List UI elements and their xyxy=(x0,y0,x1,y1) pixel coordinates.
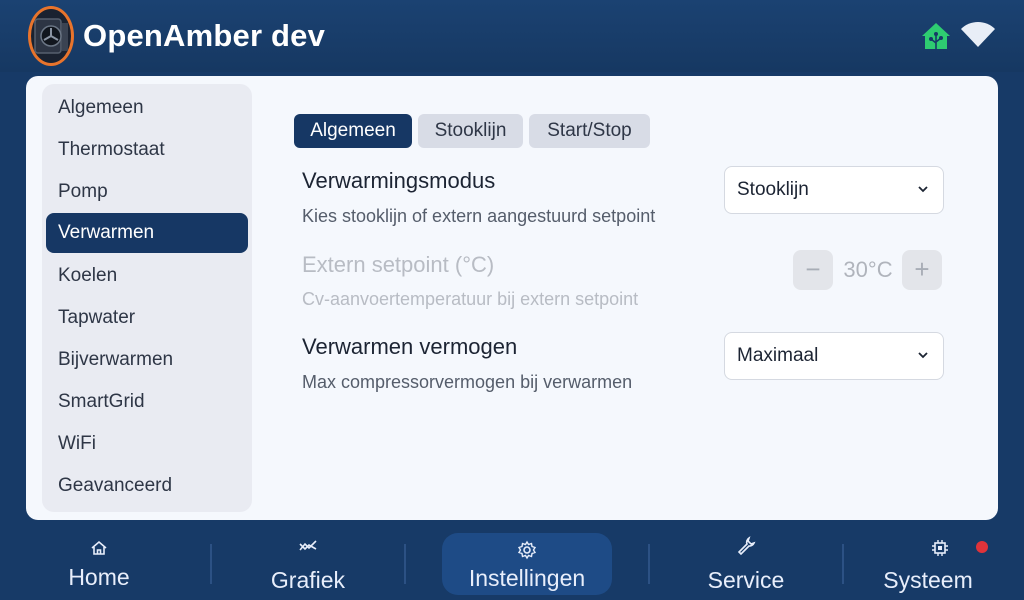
heating-mode-title: Verwarmingsmodus xyxy=(302,168,496,193)
bottom-navigation: Home Grafiek Instellingen Service Systee… xyxy=(0,520,1024,600)
gear-icon xyxy=(517,540,537,560)
nav-instellingen-label: Instellingen xyxy=(468,565,586,591)
nav-home[interactable]: Home xyxy=(0,520,198,600)
heating-power-select[interactable]: Maximaal xyxy=(724,332,944,380)
nav-systeem-label: Systeem xyxy=(883,567,973,593)
heat-pump-logo-icon xyxy=(28,6,74,66)
nav-systeem[interactable]: Systeem xyxy=(844,520,1024,600)
sidebar-item-smartgrid[interactable]: SmartGrid xyxy=(46,382,248,422)
nav-home-label: Home xyxy=(68,564,130,590)
tab-start-stop[interactable]: Start/Stop xyxy=(529,114,650,148)
sidebar-item-thermostaat[interactable]: Thermostaat xyxy=(46,130,248,170)
external-setpoint-title: Extern setpoint (°C) xyxy=(302,252,495,277)
sidebar-item-geavanceerd[interactable]: Geavanceerd xyxy=(46,466,248,506)
nav-grafiek[interactable]: Grafiek xyxy=(212,520,404,600)
setpoint-decrement-button[interactable]: − xyxy=(793,250,833,290)
heating-mode-select[interactable]: Stooklijn xyxy=(724,166,944,214)
nav-grafiek-label: Grafiek xyxy=(270,567,346,593)
heating-power-description: Max compressorvermogen bij verwarmen xyxy=(302,372,633,392)
tab-stooklijn[interactable]: Stooklijn xyxy=(418,114,523,148)
nav-divider xyxy=(404,544,406,584)
settings-sidebar: Algemeen Thermostaat Pomp Verwarmen Koel… xyxy=(42,84,252,512)
sidebar-item-tapwater[interactable]: Tapwater xyxy=(46,298,248,338)
app-header: OpenAmber dev xyxy=(0,0,1024,72)
wifi-icon xyxy=(961,21,995,47)
chevron-down-icon xyxy=(918,186,928,193)
sidebar-item-bijverwarmen[interactable]: Bijverwarmen xyxy=(46,340,248,380)
nav-instellingen[interactable]: Instellingen xyxy=(442,533,612,595)
nav-service[interactable]: Service xyxy=(650,520,842,600)
system-alert-badge xyxy=(976,541,988,553)
sidebar-item-algemeen[interactable]: Algemeen xyxy=(46,88,248,128)
app-title: OpenAmber dev xyxy=(83,18,326,53)
heating-mode-value: Stooklijn xyxy=(737,179,809,200)
heating-power-value: Maximaal xyxy=(737,345,819,366)
heating-mode-description: Kies stooklijn of extern aangestuurd set… xyxy=(302,206,656,226)
wrench-icon xyxy=(737,536,756,556)
setpoint-value: 30°C xyxy=(843,257,893,282)
sidebar-item-pomp[interactable]: Pomp xyxy=(46,172,248,212)
chart-icon xyxy=(299,540,317,551)
chevron-down-icon xyxy=(918,352,928,359)
tab-algemeen[interactable]: Algemeen xyxy=(294,114,412,148)
home-assistant-icon xyxy=(922,23,950,49)
nav-service-label: Service xyxy=(707,567,785,593)
settings-card: Algemeen Thermostaat Pomp Verwarmen Koel… xyxy=(26,76,998,520)
setpoint-increment-button[interactable]: + xyxy=(902,250,942,290)
chip-icon xyxy=(932,540,948,556)
sidebar-item-koelen[interactable]: Koelen xyxy=(46,256,248,296)
sidebar-item-verwarmen[interactable]: Verwarmen xyxy=(46,213,248,253)
sidebar-item-wifi[interactable]: WiFi xyxy=(46,424,248,464)
external-setpoint-description: Cv-aanvoertemperatuur bij extern setpoin… xyxy=(302,289,639,309)
home-icon xyxy=(91,540,107,555)
heating-power-title: Verwarmen vermogen xyxy=(302,334,518,359)
